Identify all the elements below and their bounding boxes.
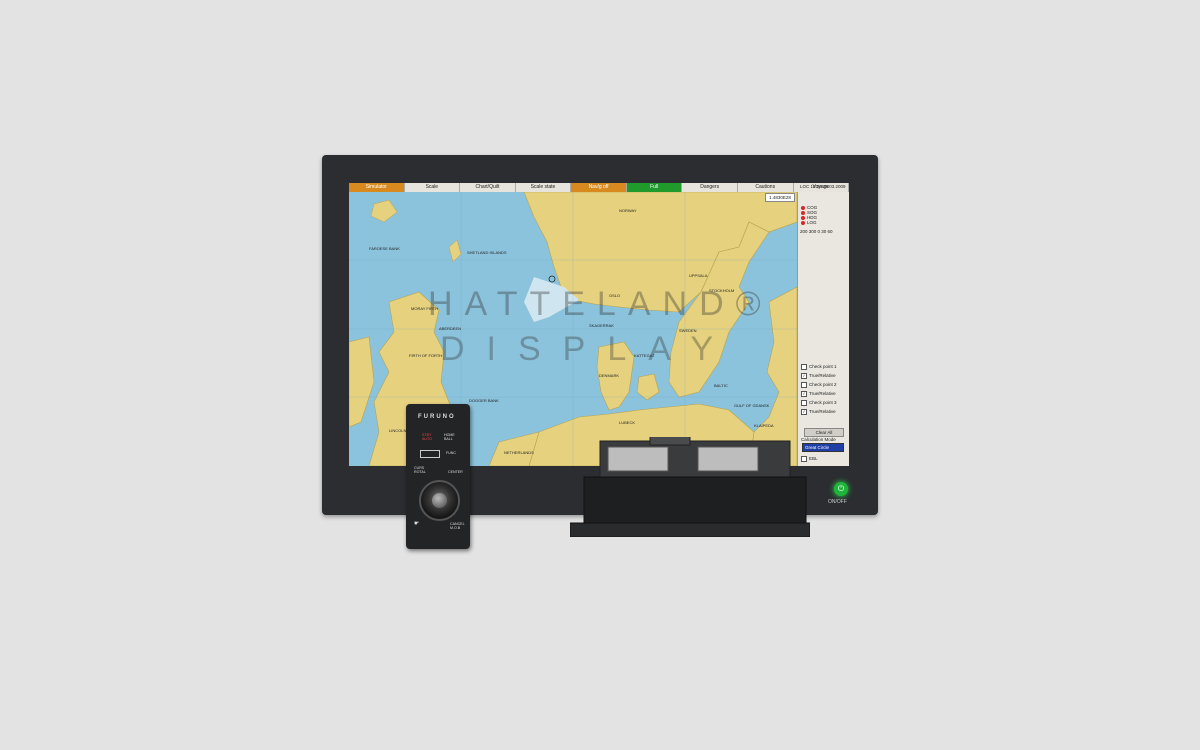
status-dot-icon [801,220,805,225]
func-button[interactable]: FUNC [446,451,456,455]
center-button[interactable]: CENTER [448,470,463,474]
remote-brand: FURUNO [418,414,456,420]
checkpoint-row[interactable]: Check point 2 [801,382,837,388]
checkpoint-row[interactable]: Check point 1 [801,364,837,370]
menu-bar: Simulator Scale Chart/Quilt Scale state Nav/… [349,183,849,192]
time-readout: LOC 12:29 29.03.2009 [800,184,846,189]
checkpoint-label: Check point 2 [809,382,837,388]
coordinate-readout: 1.4830E28 [765,193,795,202]
checkbox[interactable] [801,400,807,406]
label-faroese: FAROESE BANK [369,246,400,251]
checkpoint-row[interactable]: ✓ True/Relative [801,391,836,397]
home-ball-button[interactable]: HOME BALL [444,433,455,441]
watermark-display: DISPLAY [440,330,736,368]
label-norway: NORWAY [619,208,637,213]
menu-item-2[interactable]: Chart/Quilt [460,183,516,192]
checkpoint-label: Check point 1 [809,364,837,370]
label-lubeck: LUBECK [619,420,635,425]
hand-icon[interactable]: ☛ [414,521,419,527]
power-label: ON/OFF [828,499,847,505]
checkpoint-row[interactable]: ✓ True/Relative [801,409,836,415]
stby-auto-button[interactable]: STBY AUTO [422,433,432,441]
label-netherlands: NETHERLANDS [504,450,534,455]
remote-control-unit: FURUNO STBY AUTO HOME BALL FUNC CURS ROT… [406,404,470,549]
display-button[interactable] [420,450,440,458]
checkbox[interactable]: ✓ [801,373,807,379]
clear-all-button[interactable]: Clear All [804,428,844,437]
checkbox[interactable] [801,364,807,370]
label-dogger: DOGGER BANK [469,398,499,403]
watermark-brand: HATTELAND® [428,285,773,323]
label-uppsala: UPPSALA [689,273,708,278]
control-unit-device [570,437,810,537]
label-gdansk: GULF OF GDANSK [734,403,770,408]
menu-item-5[interactable]: Full [626,183,683,192]
checkpoint-label: True/Relative [809,391,836,397]
label-lincoln: LINCOLN [389,428,406,433]
sensor-label: LOG [807,220,817,225]
menu-item-0[interactable]: Simulator [349,183,405,192]
checkbox[interactable]: ✓ [801,409,807,415]
checkpoint-row[interactable]: Check point 3 [801,400,837,406]
sensor-row: LOG [801,220,817,225]
label-shetland: SHETLAND ISLANDS [467,250,507,255]
menu-item-4[interactable]: Nav/g off [571,183,627,192]
checkpoint-label: True/Relative [809,409,836,415]
label-baltic: BALTIC [714,383,728,388]
menu-item-3[interactable]: Scale state [516,183,572,192]
info-panel: LOC 12:29 29.03.2009 1.4830E28 COG SOG HDG… [765,184,849,466]
label-forth: FIRTH OF FORTH [409,353,442,358]
menu-item-7[interactable]: Cautions [738,183,794,192]
checkbox[interactable]: ✓ [801,391,807,397]
label-denmark: DENMARK [599,373,619,378]
checkpoint-row[interactable]: ✓ True/Relative [801,373,836,379]
menu-item-6[interactable]: Dangers [682,183,738,192]
curs-rotal-button[interactable]: CURS ROTAL [414,466,426,474]
ebl-label: EBL [809,456,818,462]
menu-item-1[interactable]: Scale [405,183,461,192]
rotary-knob[interactable] [419,480,460,521]
scale-readout: 200 300 0 30 60 [800,229,833,234]
cancel-mob-button[interactable]: CANCEL M.O.B [450,522,465,530]
checkpoint-label: True/Relative [809,373,836,379]
label-klaipeda: KLAIPEDA [754,423,774,428]
checkbox[interactable] [801,382,807,388]
checkpoint-label: Check point 3 [809,400,837,406]
power-button[interactable]: ⏻ [834,482,848,496]
